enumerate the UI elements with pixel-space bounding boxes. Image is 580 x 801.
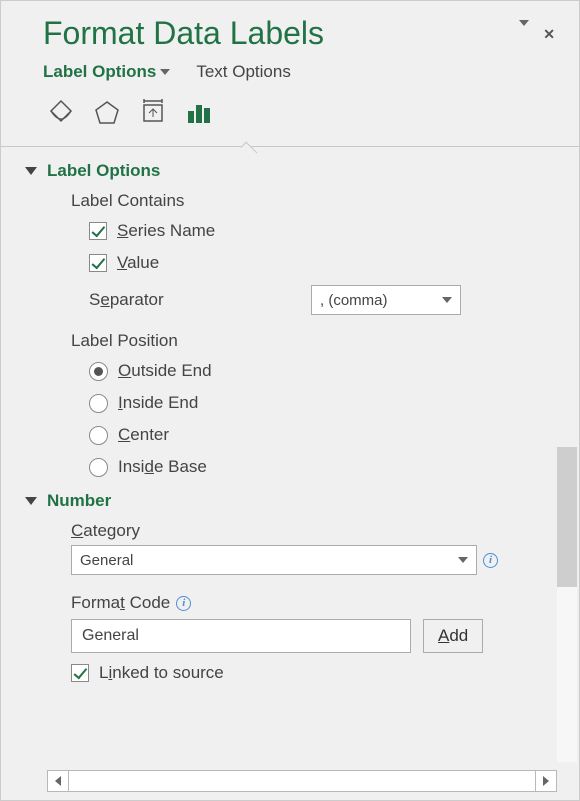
category-dropdown[interactable]: General	[71, 545, 477, 575]
title-controls: ✕	[519, 24, 555, 43]
collapse-caret-icon	[25, 167, 37, 175]
separator-row: Separator , (comma)	[89, 285, 555, 315]
separator-dropdown-value: , (comma)	[320, 292, 388, 309]
category-label: Category	[71, 521, 555, 541]
section-number-title: Number	[47, 491, 111, 511]
info-icon[interactable]: i	[176, 596, 191, 611]
section-label-options-title: Label Options	[47, 161, 160, 181]
format-code-row: Add	[71, 619, 555, 653]
vertical-scrollbar[interactable]	[557, 447, 577, 762]
radio-inside-end-label: Inside End	[118, 393, 198, 413]
pane-title: Format Data Labels	[43, 15, 519, 52]
horizontal-scrollbar[interactable]	[47, 770, 557, 792]
radio-outside-end-row: Outside End	[89, 361, 555, 381]
radio-inside-base-row: Inside Base	[89, 457, 555, 477]
checkbox-linked-to-source-label: Linked to source	[99, 663, 224, 683]
checkbox-value[interactable]	[89, 254, 107, 272]
info-icon[interactable]: i	[483, 553, 498, 568]
radio-outside-end[interactable]	[89, 362, 108, 381]
separator-label: Separator	[89, 290, 311, 310]
checkbox-linked-to-source[interactable]	[71, 664, 89, 682]
section-label-options-header[interactable]: Label Options	[25, 161, 555, 181]
add-button[interactable]: Add	[423, 619, 483, 653]
format-code-label: Format Code i	[71, 593, 555, 613]
format-code-input[interactable]	[71, 619, 411, 653]
close-icon[interactable]: ✕	[543, 26, 555, 43]
linked-to-source-row: Linked to source	[71, 663, 555, 683]
task-pane-options-icon[interactable]	[519, 26, 529, 42]
checkbox-value-label: Value	[117, 253, 159, 273]
hscroll-left-arrow[interactable]	[47, 770, 69, 792]
separator-dropdown[interactable]: , (comma)	[311, 285, 461, 315]
tab-text-options[interactable]: Text Options	[196, 62, 291, 82]
size-properties-icon[interactable]	[135, 94, 171, 130]
effects-icon[interactable]	[89, 94, 125, 130]
chevron-down-icon	[442, 297, 452, 303]
radio-inside-end[interactable]	[89, 394, 108, 413]
chevron-down-icon	[160, 69, 170, 75]
radio-inside-base[interactable]	[89, 458, 108, 477]
radio-outside-end-label: Outside End	[118, 361, 212, 381]
titlebar: Format Data Labels ✕	[1, 1, 579, 52]
fill-line-icon[interactable]	[43, 94, 79, 130]
hscroll-right-arrow[interactable]	[535, 770, 557, 792]
radio-center[interactable]	[89, 426, 108, 445]
label-contains-heading: Label Contains	[71, 191, 555, 211]
radio-inside-end-row: Inside End	[89, 393, 555, 413]
chevron-down-icon	[458, 557, 468, 563]
category-dropdown-value: General	[80, 552, 133, 569]
vertical-scrollbar-thumb[interactable]	[557, 447, 577, 587]
category-icons	[1, 82, 579, 130]
content: Label Options Label Contains Series Name…	[1, 147, 579, 683]
radio-center-label: Center	[118, 425, 169, 445]
format-data-labels-pane: Format Data Labels ✕ Label Options Text …	[0, 0, 580, 801]
tab-label-options[interactable]: Label Options	[43, 62, 170, 82]
tab-label-options-text: Label Options	[43, 62, 156, 82]
checkbox-value-row: Value	[89, 253, 555, 273]
section-number-header[interactable]: Number	[25, 491, 555, 511]
collapse-caret-icon	[25, 497, 37, 505]
radio-center-row: Center	[89, 425, 555, 445]
checkbox-series-name[interactable]	[89, 222, 107, 240]
checkbox-series-name-row: Series Name	[89, 221, 555, 241]
label-options-icon[interactable]	[181, 94, 217, 130]
label-position-heading: Label Position	[71, 331, 555, 351]
tab-text-options-text: Text Options	[196, 62, 291, 82]
tab-row: Label Options Text Options	[1, 52, 579, 82]
vertical-scrollbar-track[interactable]	[557, 587, 577, 762]
hscroll-track[interactable]	[69, 770, 535, 792]
checkbox-series-name-label: Series Name	[117, 221, 215, 241]
radio-inside-base-label: Inside Base	[118, 457, 207, 477]
scroll-area: Label Options Label Contains Series Name…	[1, 147, 579, 800]
